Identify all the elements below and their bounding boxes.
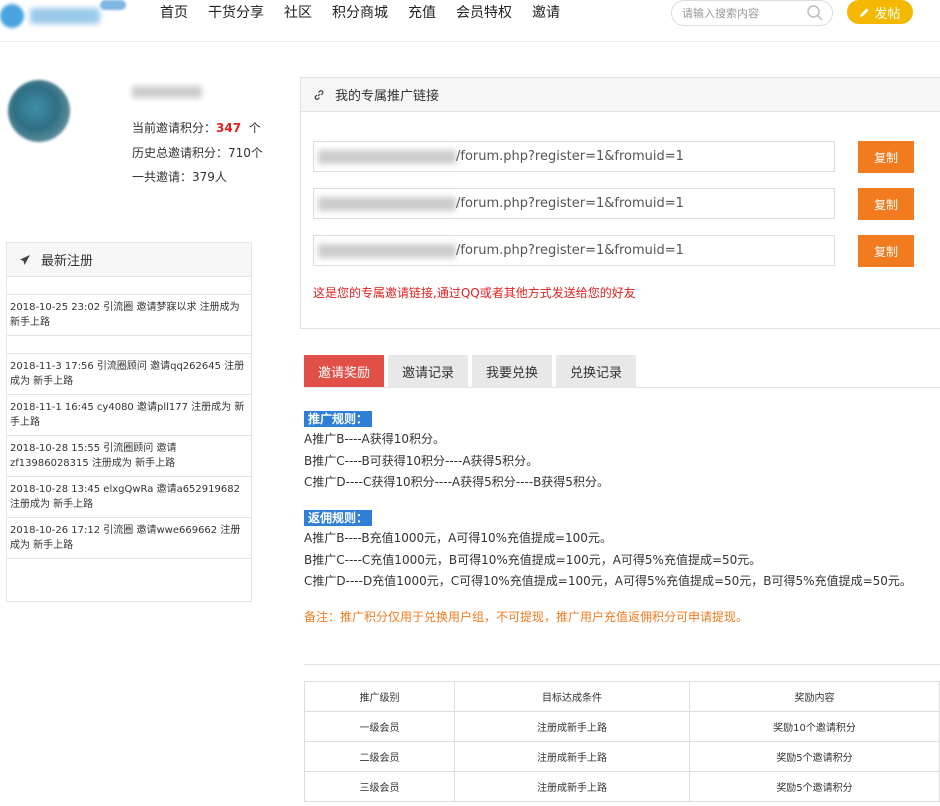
table-row: 二级会员 注册成新手上路 奖励5个邀请积分: [304, 741, 940, 772]
rebate-rule-line: A推广B----B充值1000元，A可得10%充值提成=100元。: [304, 531, 612, 545]
reward-table: 推广级别 目标达成条件 奖励内容 一级会员 注册成新手上路 奖励10个邀请积分 …: [304, 681, 940, 802]
main-nav: 首页 干货分享 社区 积分商城 充值 会员特权 邀请: [150, 0, 570, 26]
promo-link-field[interactable]: /forum.php?register=1&fromuid=1: [313, 188, 835, 219]
search-box: [671, 0, 833, 26]
promo-rule-line: A推广B----A获得10积分。: [304, 432, 445, 446]
list-spacer: [7, 336, 251, 354]
avatar[interactable]: [8, 80, 70, 142]
promo-rules-badge: 推广规则：: [304, 411, 373, 427]
registration-item: 2018-10-25 23:02 引流圈 邀请梦寐以求 注册成为 新手上路: [7, 295, 251, 336]
search-icon[interactable]: [806, 4, 824, 22]
nav-recharge[interactable]: 充值: [398, 0, 446, 26]
list-spacer: [7, 277, 251, 295]
rebate-rules-badge: 返佣规则：: [304, 510, 373, 526]
nav-home[interactable]: 首页: [150, 0, 198, 26]
promo-link-title: 我的专属推广链接: [335, 89, 440, 104]
username-blurred: [132, 86, 202, 98]
rebate-rule-line: B推广C----C充值1000元，B可得10%充值提成=100元，A可得5%充值…: [304, 553, 762, 567]
promo-link-field[interactable]: /forum.php?register=1&fromuid=1: [313, 141, 835, 172]
invite-tabs: 邀请奖励 邀请记录 我要兑换 兑换记录: [304, 355, 637, 387]
column-header: 奖励内容: [689, 681, 940, 712]
current-points-unit: 个: [248, 121, 261, 135]
tab-redeem[interactable]: 我要兑换: [472, 355, 553, 387]
total-invites-value: 379人: [192, 170, 227, 184]
current-points-value: 347: [216, 121, 242, 135]
nav-invite[interactable]: 邀请: [522, 0, 570, 26]
table-cell: 奖励5个邀请积分: [689, 741, 940, 772]
search-input[interactable]: [682, 5, 802, 21]
link-domain-blurred: [318, 244, 456, 258]
table-cell: 三级会员: [304, 771, 455, 802]
table-row: 三级会员 注册成新手上路 奖励5个邀请积分: [304, 771, 940, 802]
table-cell: 注册成新手上路: [454, 711, 690, 742]
table-cell: 奖励5个邀请积分: [689, 771, 940, 802]
copy-button[interactable]: 复制: [858, 235, 914, 267]
promo-link-field[interactable]: /forum.php?register=1&fromuid=1: [313, 235, 835, 266]
send-icon: [20, 254, 30, 265]
registration-item: 2018-10-26 17:12 引流圈 邀请wwe669662 注册成为 新手…: [7, 518, 251, 559]
nav-vip[interactable]: 会员特权: [446, 0, 522, 26]
pencil-icon: [860, 7, 870, 17]
rules-note: 备注：推广积分仅用于兑换用户组，不可提现，推广用户充值返佣积分可申请提现。: [304, 610, 749, 624]
site-logo[interactable]: [0, 0, 126, 30]
current-points-label: 当前邀请积分：: [132, 121, 217, 135]
link-path: /forum.php?register=1&fromuid=1: [456, 196, 684, 211]
link-path: /forum.php?register=1&fromuid=1: [456, 149, 684, 164]
table-row: 一级会员 注册成新手上路 奖励10个邀请积分: [304, 711, 940, 742]
link-icon: [314, 89, 324, 100]
history-points-label: 历史总邀请积分：: [132, 146, 229, 160]
promo-link-note: 这是您的专属邀请链接,通过QQ或者其他方式发送给您的好友: [313, 286, 636, 300]
table-cell: 注册成新手上路: [454, 741, 690, 772]
history-points: 历史总邀请积分：710个: [132, 144, 263, 161]
link-domain-blurred: [318, 197, 456, 211]
post-button-label: 发帖: [874, 6, 901, 22]
tab-invite-rewards[interactable]: 邀请奖励: [304, 355, 385, 387]
post-button[interactable]: 发帖: [847, 0, 913, 24]
section-divider: [304, 664, 940, 665]
rebate-rule-line: C推广D----D充值1000元，C可得10%充值提成=100元，A可得5%充值…: [304, 574, 912, 588]
total-invites-label: 一共邀请：: [132, 170, 193, 184]
copy-button[interactable]: 复制: [858, 141, 914, 173]
column-header: 目标达成条件: [454, 681, 690, 712]
total-invites: 一共邀请：379人: [132, 168, 227, 185]
registration-item: 2018-11-3 17:56 引流圈顾问 邀请qq262645 注册成为 新手…: [7, 354, 251, 395]
registration-item: 2018-10-28 13:45 elxgQwRa 邀请a652919682 注…: [7, 477, 251, 518]
promo-link-header: 我的专属推广链接: [301, 78, 940, 112]
column-header: 推广级别: [304, 681, 455, 712]
copy-button[interactable]: 复制: [858, 188, 914, 220]
registration-item: 2018-11-1 16:45 cy4080 邀请pll177 注册成为 新手上…: [7, 395, 251, 436]
promo-link-panel: 我的专属推广链接 /forum.php?register=1&fromuid=1…: [300, 77, 940, 329]
link-domain-blurred: [318, 150, 456, 164]
promo-rule-line: B推广C----B可获得10积分----A获得5积分。: [304, 454, 539, 468]
latest-registrations-header: 最新注册: [7, 243, 251, 277]
tab-divider: [304, 387, 940, 388]
nav-points-mall[interactable]: 积分商城: [322, 0, 398, 26]
link-path: /forum.php?register=1&fromuid=1: [456, 243, 684, 258]
table-cell: 二级会员: [304, 741, 455, 772]
latest-registrations-panel: 最新注册 2018-10-25 23:02 引流圈 邀请梦寐以求 注册成为 新手…: [6, 242, 252, 602]
logo-wordmark: [30, 8, 100, 24]
logo-mark: [0, 4, 24, 28]
promo-rule-line: C推广D----C获得10积分----A获得5积分----B获得5积分。: [304, 475, 609, 489]
tab-invite-records[interactable]: 邀请记录: [388, 355, 469, 387]
table-header-row: 推广级别 目标达成条件 奖励内容: [304, 681, 940, 712]
latest-registrations-title: 最新注册: [41, 254, 94, 269]
table-cell: 奖励10个邀请积分: [689, 711, 940, 742]
history-points-value: 710个: [228, 146, 263, 160]
nav-tips[interactable]: 干货分享: [198, 0, 274, 26]
current-points: 当前邀请积分：347 个: [132, 119, 261, 136]
tab-redeem-records[interactable]: 兑换记录: [556, 355, 637, 387]
nav-community[interactable]: 社区: [274, 0, 322, 26]
table-cell: 一级会员: [304, 711, 455, 742]
table-cell: 注册成新手上路: [454, 771, 690, 802]
registration-item: 2018-10-28 15:55 引流圈顾问 邀请zf13986028315 注…: [7, 436, 251, 477]
logo-swoosh: [100, 0, 126, 10]
top-bar: 首页 干货分享 社区 积分商城 充值 会员特权 邀请 发帖: [0, 0, 940, 42]
